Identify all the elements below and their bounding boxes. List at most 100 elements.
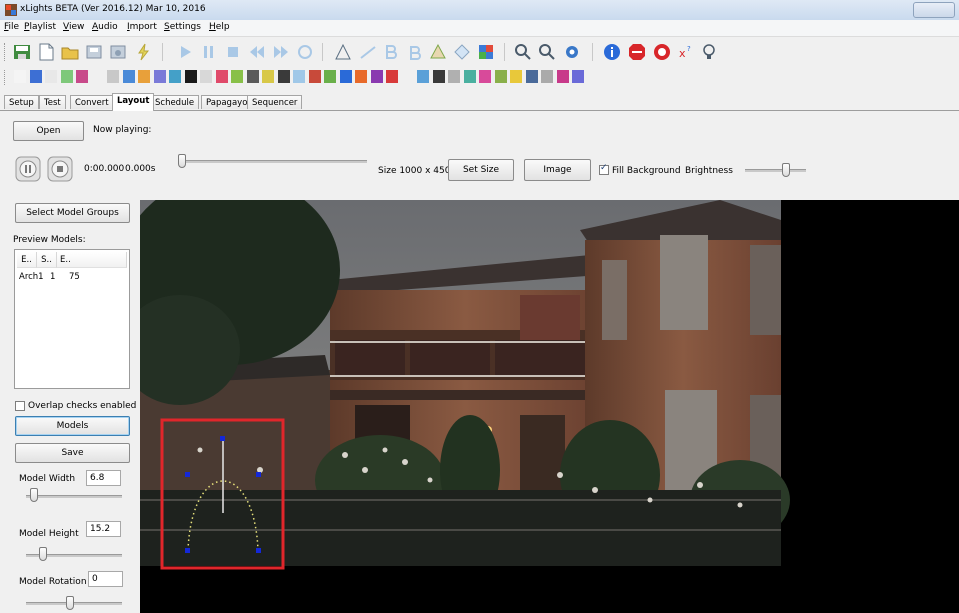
resize-handle-bottom-left[interactable] [185, 548, 190, 553]
effect-palette-icon[interactable] [324, 70, 336, 83]
effect-palette-icon[interactable] [45, 70, 57, 83]
zoom-out-icon[interactable] [537, 42, 557, 62]
new-file-icon[interactable] [36, 42, 56, 62]
select-model-groups-button[interactable]: Select Model Groups [15, 203, 130, 223]
effect-palette-icon[interactable] [153, 70, 166, 83]
layout-preview-canvas[interactable] [140, 200, 959, 613]
save-as-icon[interactable] [108, 42, 128, 62]
rewind-icon[interactable] [247, 42, 267, 62]
fill-background-checkbox[interactable] [599, 163, 609, 175]
effect-palette-icon[interactable] [541, 70, 553, 83]
effect-palette-icon[interactable] [184, 70, 197, 83]
effect-palette-icon[interactable] [200, 70, 212, 83]
effect-palette-icon[interactable] [29, 70, 42, 83]
fast-forward-icon[interactable] [271, 42, 291, 62]
slider-thumb[interactable] [782, 163, 791, 177]
effect-palette-icon[interactable] [277, 70, 290, 83]
effect-palette-icon[interactable] [91, 70, 104, 83]
model-rotation-field[interactable] [88, 571, 123, 587]
slider-thumb[interactable] [30, 488, 38, 502]
preview-models-list[interactable]: E.. S.. E.. Arch1 1 75 [14, 249, 130, 389]
tab-schedule[interactable]: Schedule [150, 95, 200, 109]
tab-convert[interactable]: Convert [70, 95, 114, 109]
effect-palette-icon[interactable] [432, 70, 445, 83]
slider-thumb[interactable] [178, 154, 186, 168]
save-file-icon[interactable] [84, 42, 104, 62]
menu-playlist[interactable]: Playlist [24, 22, 56, 32]
effect-palette-icon[interactable] [339, 70, 352, 83]
stop-button-icon[interactable] [47, 156, 73, 182]
menu-import[interactable]: Import [127, 22, 157, 32]
open-button[interactable]: Open [13, 121, 84, 141]
effect-palette-icon[interactable] [355, 70, 367, 83]
zoom-in-icon[interactable] [513, 42, 533, 62]
info-icon[interactable] [602, 42, 622, 62]
effect-palette-icon[interactable] [76, 70, 88, 83]
effect-palette-icon[interactable] [138, 70, 150, 83]
effect-palette-icon[interactable] [572, 70, 584, 83]
effect-palette-icon[interactable] [417, 70, 429, 83]
palette-icon[interactable] [476, 42, 496, 62]
effect-palette-icon[interactable] [525, 70, 538, 83]
effect-palette-icon[interactable] [556, 70, 569, 83]
save-sequence-icon[interactable] [12, 42, 32, 62]
resize-handle-top-left[interactable] [185, 472, 190, 477]
diamond-icon[interactable] [452, 42, 472, 62]
overlap-checks-checkbox[interactable] [15, 401, 25, 411]
effect-palette-icon[interactable] [401, 70, 414, 83]
menu-file[interactable]: File [4, 22, 19, 32]
effect-palette-icon[interactable] [60, 70, 73, 83]
tab-test[interactable]: Test [39, 95, 66, 109]
column-header-name[interactable]: E.. [17, 252, 37, 268]
play-icon[interactable] [175, 42, 195, 62]
column-header-end[interactable]: E.. [57, 252, 127, 268]
set-size-button[interactable]: Set Size [448, 159, 514, 181]
model-width-field[interactable] [86, 470, 121, 486]
effect-palette-icon[interactable] [293, 70, 305, 83]
effect-palette-icon[interactable] [448, 70, 460, 83]
effect-palette-icon[interactable] [494, 70, 507, 83]
warning-triangle-icon[interactable] [428, 42, 448, 62]
menu-view[interactable]: View [63, 22, 84, 32]
toolbar-grip[interactable] [4, 43, 8, 61]
effect-palette-icon[interactable] [463, 70, 476, 83]
menu-settings[interactable]: Settings [164, 22, 201, 32]
effect-palette-icon[interactable] [510, 70, 522, 83]
effect-palette-icon[interactable] [169, 70, 181, 83]
gear-icon[interactable] [562, 42, 582, 62]
resize-handle-bottom-right[interactable] [256, 548, 261, 553]
bold-icon[interactable] [405, 42, 425, 62]
effect-palette-icon[interactable] [262, 70, 274, 83]
tab-papagayo[interactable]: Papagayo [201, 95, 253, 109]
tab-sequencer[interactable]: Sequencer [247, 95, 303, 109]
record-icon[interactable] [652, 42, 672, 62]
pause-icon[interactable] [199, 42, 219, 62]
effect-palette-icon[interactable] [246, 70, 259, 83]
tab-setup[interactable]: Setup [4, 95, 39, 109]
toolbar-grip[interactable] [4, 70, 8, 85]
ramp-down-icon[interactable] [382, 42, 402, 62]
save-button[interactable]: Save [15, 443, 130, 463]
window-controls[interactable] [913, 2, 955, 18]
rotation-handle[interactable] [220, 436, 225, 441]
effect-palette-icon[interactable] [122, 70, 135, 83]
slider-thumb[interactable] [39, 547, 47, 561]
effect-palette-icon[interactable] [308, 70, 321, 83]
pause-button-icon[interactable] [15, 156, 41, 182]
replay-icon[interactable] [295, 42, 315, 62]
ramp-up-icon[interactable] [358, 42, 378, 62]
arch-model-selection[interactable] [160, 418, 285, 570]
resize-handle-top-right[interactable] [256, 472, 261, 477]
slider-thumb[interactable] [66, 596, 74, 610]
models-button[interactable]: Models [15, 416, 130, 436]
effect-palette-icon[interactable] [107, 70, 119, 83]
open-folder-icon[interactable] [60, 42, 80, 62]
image-button[interactable]: Image [524, 159, 591, 181]
effect-palette-icon[interactable] [14, 70, 26, 83]
triangle-effect-icon[interactable] [333, 42, 353, 62]
model-height-field[interactable] [86, 521, 121, 537]
effect-palette-icon[interactable] [231, 70, 243, 83]
menu-audio[interactable]: Audio [92, 22, 118, 32]
effect-palette-icon[interactable] [370, 70, 383, 83]
stop-sign-icon[interactable] [627, 42, 647, 62]
